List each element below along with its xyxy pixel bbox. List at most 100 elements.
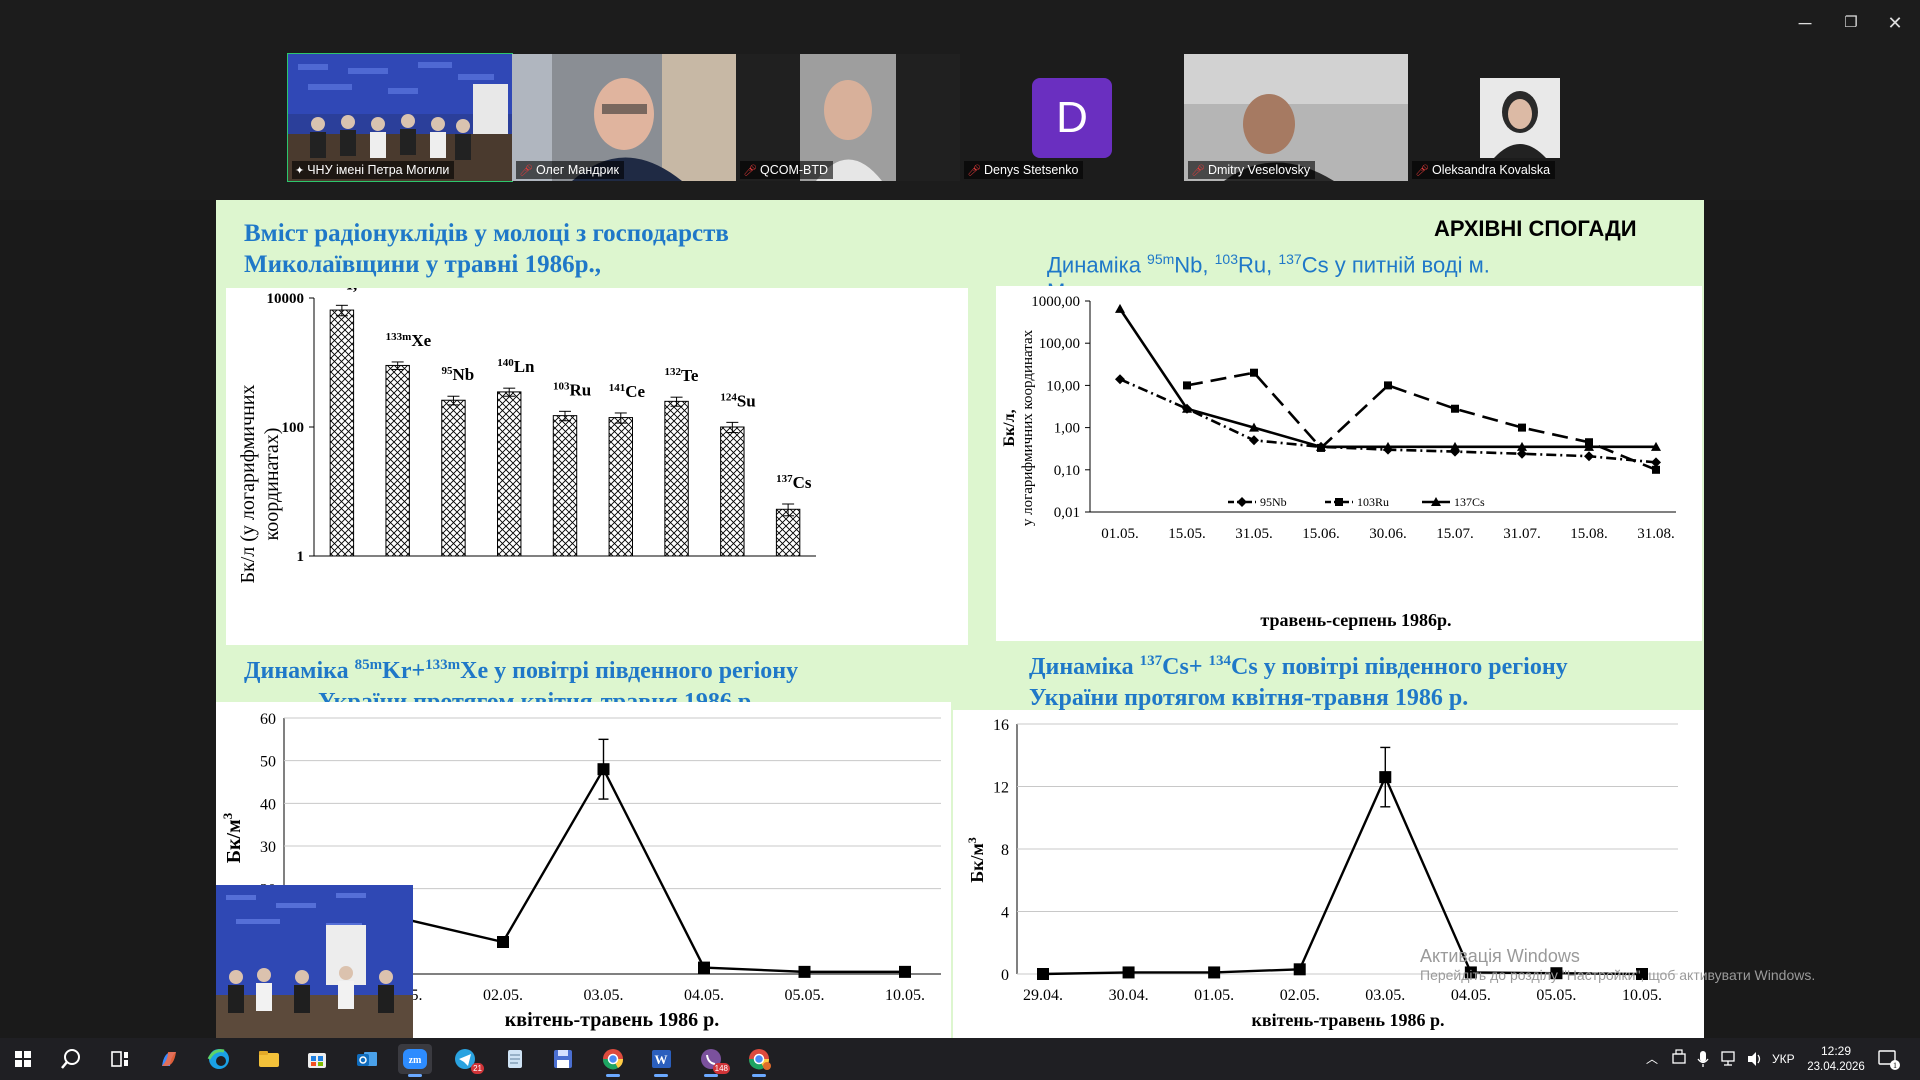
series-line-137Cs	[1118, 308, 1656, 449]
marker-square	[1384, 381, 1392, 390]
language-indicator[interactable]: УКР	[1772, 1038, 1795, 1080]
word-icon: W	[652, 1050, 671, 1068]
y-tick-label: 1000,00	[1031, 294, 1080, 310]
marker-square	[1652, 465, 1660, 474]
windows-activation-watermark: Активація Windows Перейдіть до розділу "…	[1420, 946, 1816, 983]
marker-diamond	[1115, 374, 1125, 385]
bar-label-base: Nb	[452, 365, 474, 384]
bar-label-base: I,	[346, 288, 357, 293]
slide-header: АРХІВНІ СПОГАДИ	[1434, 216, 1637, 241]
participant-label: 🎤︎ Dmitry Veselovsky	[1188, 161, 1316, 179]
drinking-water-line-chart: Бк/л, у логарифмичних координатах травен…	[1001, 294, 1676, 630]
network-tray-button[interactable]	[1720, 1038, 1738, 1080]
start-button[interactable]	[6, 1044, 40, 1074]
marker-square	[1518, 423, 1526, 432]
x-tick-label: 01.05.	[1101, 526, 1139, 542]
bar	[720, 426, 745, 557]
y-axis-label: Бк/м3	[220, 812, 245, 863]
chrome-profile-button[interactable]	[742, 1044, 776, 1077]
tray-app-icon[interactable]	[1672, 1038, 1686, 1080]
video-tile-qcom[interactable]: 🎤︎ QCOM-BTD	[736, 54, 960, 181]
marker-square	[1451, 404, 1459, 413]
store-icon	[308, 1053, 326, 1068]
copilot-button[interactable]	[152, 1044, 186, 1074]
video-tile-chnu[interactable]: ✦ ЧНУ імені Петра Могили	[287, 53, 513, 182]
bar-label-sup: 124	[720, 391, 737, 403]
tray-printer-icon	[1672, 1049, 1686, 1064]
y-tick-label: 1	[297, 549, 305, 565]
restore-button[interactable]: ❐	[1836, 8, 1866, 38]
data-point	[597, 763, 610, 776]
telegram-button[interactable]: 21	[448, 1044, 484, 1074]
y-tick-label: 1,00	[1054, 421, 1080, 437]
word-button[interactable]: W	[644, 1044, 678, 1077]
tray-expand-button[interactable]: ︿	[1646, 1038, 1658, 1080]
viber-badge: 148	[712, 1063, 730, 1074]
volume-tray-button[interactable]	[1746, 1038, 1764, 1080]
y-tick-label: 100,00	[1039, 336, 1080, 352]
video-tile-oleksandra[interactable]: 🎤︎ Oleksandra Kovalska	[1408, 54, 1632, 181]
bar-label-base: Xe	[411, 331, 431, 350]
bar-label-base: Te	[681, 366, 699, 385]
zoom-meeting-window: ─ ❐ ✕ ✦ ЧНУ імені Петра Могили 🎤︎ Олег М…	[0, 0, 1920, 1080]
chart2-panel: Бк/л, у логарифмичних координатах травен…	[996, 286, 1702, 641]
participant-label: 🎤︎ Oleksandra Kovalska	[1412, 161, 1556, 179]
windows-taskbar: zm 21 W 148 ︿ УКР 12:29 23.04.2026 1	[0, 1038, 1920, 1080]
bar-label: 133mXe	[386, 331, 432, 350]
viber-button[interactable]: 148	[694, 1044, 730, 1077]
legend-marker	[1237, 497, 1247, 507]
y-tick-label: 16	[993, 717, 1009, 734]
marker-triangle	[1115, 303, 1125, 313]
x-tick-label: 04.05.	[684, 987, 724, 1004]
save-app-button[interactable]	[546, 1044, 580, 1074]
notepad-button[interactable]	[498, 1044, 532, 1074]
mic-muted-icon: 🎤︎	[1191, 165, 1205, 177]
milk-radionuclide-bar-chart: Бк/л (у логарифмичних координатах) 10000…	[237, 274, 816, 583]
notepad-icon	[508, 1050, 522, 1068]
self-view-thumbnail[interactable]	[216, 885, 413, 1038]
file-explorer-button[interactable]	[252, 1044, 286, 1074]
marker-diamond	[1249, 435, 1259, 446]
x-tick-label: 31.08.	[1637, 526, 1675, 542]
microphone-tray-button[interactable]	[1696, 1038, 1710, 1080]
x-tick-label: 15.07.	[1436, 526, 1474, 542]
data-point	[497, 936, 509, 948]
clock[interactable]: 12:29 23.04.2026	[1806, 1038, 1866, 1080]
x-tick-label: 02.05.	[483, 987, 523, 1004]
bar	[385, 364, 410, 557]
svg-text:W: W	[655, 1052, 668, 1067]
task-view-icon	[111, 1051, 128, 1067]
clock-date: 23.04.2026	[1807, 1061, 1865, 1073]
x-tick-label: 05.05.	[1536, 987, 1576, 1004]
video-tile-oleh[interactable]: 🎤︎ Олег Мандрик	[512, 54, 736, 181]
chevron-up-icon: ︿	[1646, 1052, 1659, 1066]
participant-label: 🎤︎ Олег Мандрик	[516, 161, 624, 179]
legend-label: 137Cs	[1454, 495, 1485, 509]
x-tick-label: 04.05.	[1451, 987, 1491, 1004]
task-view-button[interactable]	[102, 1044, 136, 1074]
chrome-button[interactable]	[596, 1044, 630, 1077]
video-tile-denys[interactable]: D 🎤︎ Denys Stetsenko	[960, 54, 1184, 181]
file-explorer-icon	[259, 1051, 279, 1067]
outlook-button[interactable]	[350, 1044, 384, 1074]
minimize-button[interactable]: ─	[1790, 8, 1820, 38]
bar-label-sup: 141	[609, 382, 626, 394]
close-button[interactable]: ✕	[1880, 8, 1910, 38]
zoom-button[interactable]: zm	[398, 1044, 432, 1077]
marker-square	[1183, 381, 1191, 390]
store-button[interactable]	[300, 1044, 334, 1074]
data-point	[899, 965, 911, 978]
avatar	[1480, 78, 1560, 158]
chrome-icon	[602, 1049, 624, 1070]
search-button[interactable]	[54, 1044, 88, 1074]
legend-marker	[1335, 498, 1343, 506]
bar-label-base: Ce	[625, 382, 645, 401]
notifications-button[interactable]: 1	[1876, 1038, 1900, 1080]
volume-icon	[1748, 1052, 1761, 1066]
outlook-icon	[357, 1052, 377, 1066]
participant-label: 🎤︎ Denys Stetsenko	[964, 161, 1084, 179]
video-tile-dmitry[interactable]: 🎤︎ Dmitry Veselovsky	[1184, 54, 1408, 181]
y-axis-label-line2: у логарифмичних координатах	[1020, 329, 1036, 526]
y-tick-label: 40	[260, 796, 276, 813]
edge-button[interactable]	[202, 1044, 236, 1074]
